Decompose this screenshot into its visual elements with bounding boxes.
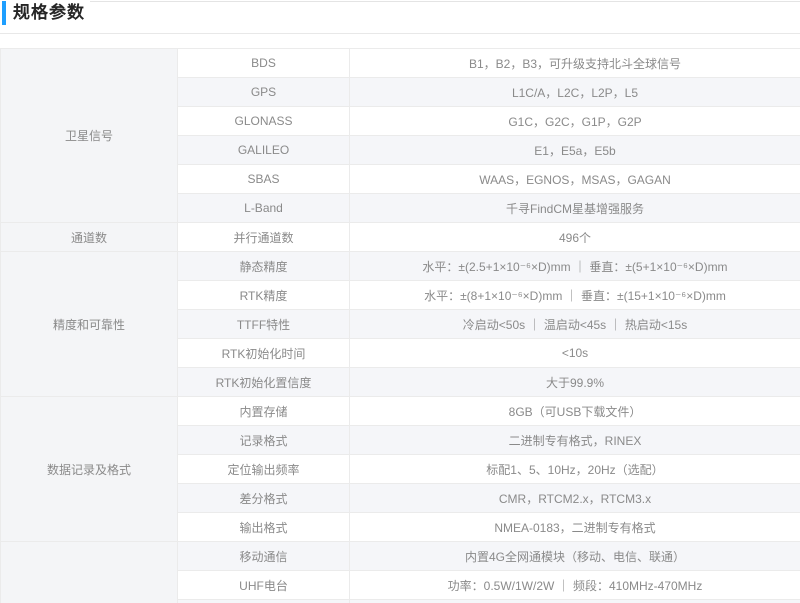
page-title: 规格参数 [13, 0, 85, 26]
param-cell: BDS [178, 49, 350, 78]
table-row: 通道数并行通道数496个 [1, 223, 800, 252]
value-cell: 标配1、5、10Hz，20Hz（选配） [350, 455, 800, 484]
category-cell: 卫星信号 [1, 49, 178, 223]
value-cell [350, 600, 800, 603]
value-cell: 496个 [350, 223, 800, 252]
table-row: 卫星信号BDSB1，B2，B3，可升级支持北斗全球信号 [1, 49, 800, 78]
category-cell [1, 542, 178, 603]
spec-table: 卫星信号BDSB1，B2，B3，可升级支持北斗全球信号GPSL1C/A，L2C，… [0, 48, 800, 603]
param-cell: SBAS [178, 165, 350, 194]
category-cell: 通道数 [1, 223, 178, 252]
param-cell: RTK初始化置信度 [178, 368, 350, 397]
param-cell: 并行通道数 [178, 223, 350, 252]
param-cell: 输出格式 [178, 513, 350, 542]
section-header: 规格参数 [0, 0, 800, 34]
param-cell: GALILEO [178, 136, 350, 165]
param-cell: UHF电台 [178, 571, 350, 600]
value-cell: 千寻FindCM星基增强服务 [350, 194, 800, 223]
value-cell: 水平：±(2.5+1×10⁻⁶×D)mm ｜ 垂直：±(5+1×10⁻⁶×D)m… [350, 252, 800, 281]
spec-table-body: 卫星信号BDSB1，B2，B3，可升级支持北斗全球信号GPSL1C/A，L2C，… [1, 49, 800, 603]
value-cell: 大于99.9% [350, 368, 800, 397]
value-cell: 二进制专有格式，RINEX [350, 426, 800, 455]
param-cell: RTK精度 [178, 281, 350, 310]
category-cell: 精度和可靠性 [1, 252, 178, 397]
value-cell: 功率：0.5W/1W/2W ｜ 频段：410MHz-470MHz [350, 571, 800, 600]
value-cell: <10s [350, 339, 800, 368]
param-cell: TTFF特性 [178, 310, 350, 339]
value-cell: 8GB（可USB下载文件） [350, 397, 800, 426]
value-cell: 冷启动<50s ｜ 温启动<45s ｜ 热启动<15s [350, 310, 800, 339]
table-row: 精度和可靠性静态精度水平：±(2.5+1×10⁻⁶×D)mm ｜ 垂直：±(5+… [1, 252, 800, 281]
value-cell: G1C，G2C，G1P，G2P [350, 107, 800, 136]
spec-page: 规格参数 卫星信号BDSB1，B2，B3，可升级支持北斗全球信号GPSL1C/A… [0, 0, 800, 603]
value-cell: NMEA-0183，二进制专有格式 [350, 513, 800, 542]
title-accent-bar [2, 1, 6, 25]
param-cell: 移动通信 [178, 542, 350, 571]
param-cell [178, 600, 350, 603]
value-cell: E1，E5a，E5b [350, 136, 800, 165]
table-row: 移动通信内置4G全网通模块（移动、电信、联通） [1, 542, 800, 571]
value-cell: B1，B2，B3，可升级支持北斗全球信号 [350, 49, 800, 78]
value-cell: CMR，RTCM2.x，RTCM3.x [350, 484, 800, 513]
param-cell: 差分格式 [178, 484, 350, 513]
param-cell: GLONASS [178, 107, 350, 136]
table-row: 数据记录及格式内置存储8GB（可USB下载文件） [1, 397, 800, 426]
category-cell: 数据记录及格式 [1, 397, 178, 542]
param-cell: 记录格式 [178, 426, 350, 455]
value-cell: WAAS，EGNOS，MSAS，GAGAN [350, 165, 800, 194]
param-cell: RTK初始化时间 [178, 339, 350, 368]
param-cell: 内置存储 [178, 397, 350, 426]
value-cell: L1C/A，L2C，L2P，L5 [350, 78, 800, 107]
value-cell: 水平：±(8+1×10⁻⁶×D)mm ｜ 垂直：±(15+1×10⁻⁶×D)mm [350, 281, 800, 310]
param-cell: GPS [178, 78, 350, 107]
param-cell: 静态精度 [178, 252, 350, 281]
value-cell: 内置4G全网通模块（移动、电信、联通） [350, 542, 800, 571]
param-cell: L-Band [178, 194, 350, 223]
param-cell: 定位输出频率 [178, 455, 350, 484]
